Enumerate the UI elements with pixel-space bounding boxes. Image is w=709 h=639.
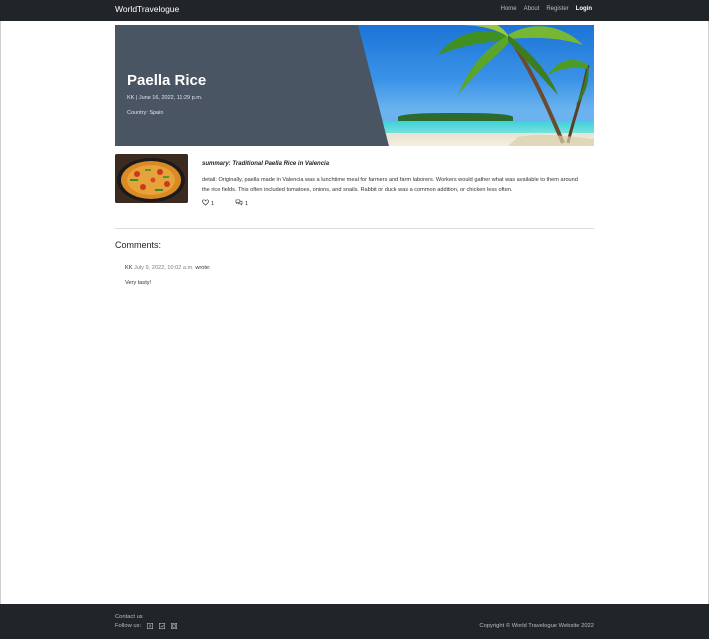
- post-detail: detail: Originally, paella made in Valen…: [202, 177, 578, 193]
- comment-header: KK July 9, 2022, 10:02 a.m. wrote:: [125, 265, 211, 271]
- hero-banner: Paella Rice KK | June 16, 2022, 11:29 p.…: [115, 25, 594, 146]
- nav-register[interactable]: Register: [546, 6, 568, 12]
- heart-icon: [202, 199, 209, 208]
- comment-author: KK: [125, 265, 133, 271]
- nav-links: Home About Register Login: [501, 6, 592, 12]
- like-button[interactable]: 1: [202, 199, 214, 208]
- palm-trees-graphic: [438, 25, 594, 146]
- post-summary: summary: Traditional Paella Rice in Vale…: [202, 161, 330, 167]
- comments-icon: [235, 199, 243, 208]
- beach-photo: [358, 25, 594, 146]
- nav-login[interactable]: Login: [576, 6, 592, 12]
- footer: Contact us Follow us: Copyright © World …: [0, 604, 709, 639]
- comment-button[interactable]: 1: [235, 199, 248, 208]
- section-divider: [115, 228, 594, 229]
- post-country: Country: Spain: [127, 110, 164, 116]
- like-count: 1: [211, 200, 215, 207]
- comments-heading: Comments:: [115, 240, 162, 250]
- navbar: WorldTravelogue Home About Register Logi…: [0, 0, 709, 21]
- youtube-icon[interactable]: [171, 623, 178, 629]
- nav-home[interactable]: Home: [501, 6, 517, 12]
- paella-thumbnail[interactable]: [115, 154, 188, 203]
- page-title: Paella Rice: [127, 72, 207, 89]
- comment-count: 1: [245, 200, 249, 207]
- twitter-icon[interactable]: [159, 623, 166, 629]
- post-meta: KK | June 16, 2022, 11:29 p.m.: [127, 95, 203, 101]
- contact-link[interactable]: Contact us: [115, 614, 143, 620]
- brand-link[interactable]: WorldTravelogue: [115, 4, 179, 14]
- comment-suffix: wrote:: [195, 265, 211, 271]
- follow-us: Follow us:: [115, 623, 178, 629]
- facebook-icon[interactable]: [147, 623, 154, 629]
- follow-label: Follow us:: [115, 623, 142, 629]
- comment-date: July 9, 2022, 10:02 a.m.: [134, 265, 194, 271]
- copyright: Copyright © World Travelogue Website 202…: [479, 623, 594, 629]
- comment-body: Very tasty!: [125, 280, 152, 286]
- nav-about[interactable]: About: [524, 6, 540, 12]
